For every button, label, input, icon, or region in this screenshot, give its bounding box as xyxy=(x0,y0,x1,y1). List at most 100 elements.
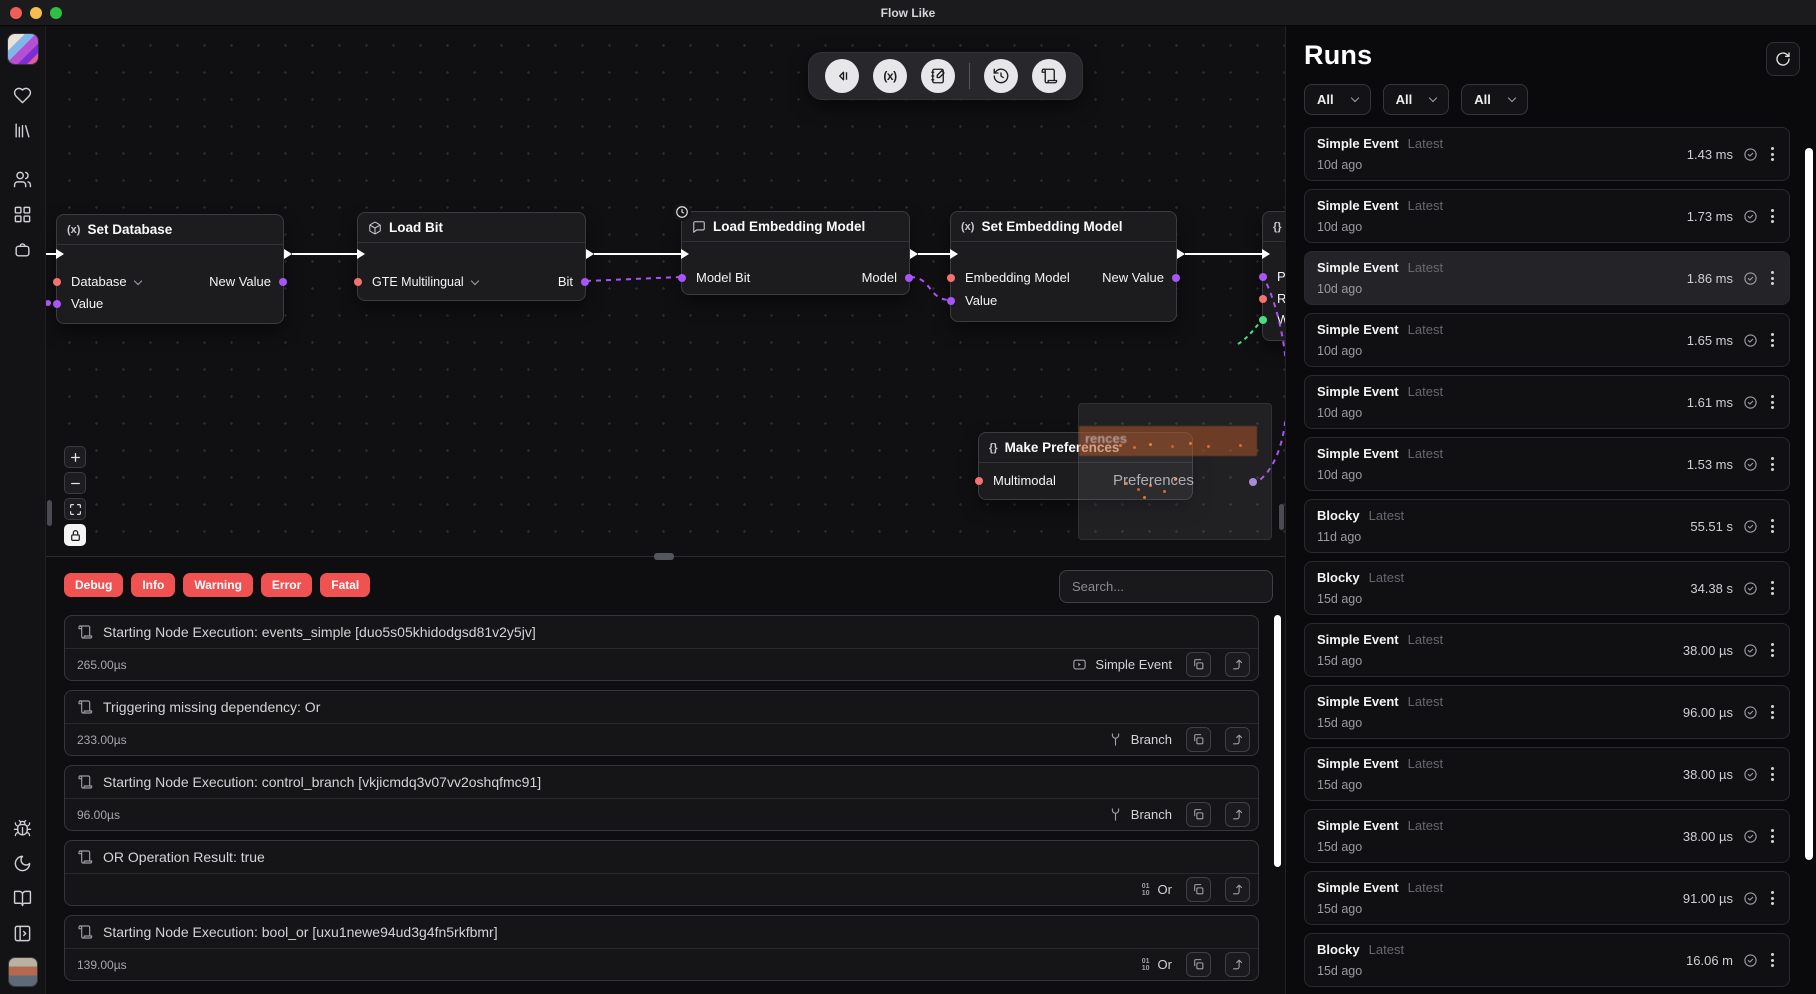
log-entry[interactable]: Starting Node Execution: events_simple [… xyxy=(64,615,1259,681)
input-pin[interactable] xyxy=(1259,316,1267,324)
panel-icon[interactable] xyxy=(13,923,33,943)
copy-button[interactable] xyxy=(1186,727,1211,752)
history-button[interactable] xyxy=(984,59,1018,93)
run-menu-button[interactable] xyxy=(1768,950,1777,970)
runs-filter-dropdown[interactable]: All xyxy=(1383,84,1450,115)
zoom-in-button[interactable] xyxy=(64,446,86,468)
log-entry[interactable]: Starting Node Execution: control_branch … xyxy=(64,765,1259,831)
logs-button[interactable] xyxy=(1032,59,1066,93)
run-menu-button[interactable] xyxy=(1768,640,1777,660)
input-pin[interactable] xyxy=(975,477,983,485)
copy-button[interactable] xyxy=(1186,952,1211,977)
output-pin[interactable] xyxy=(1172,274,1180,282)
node-header[interactable]: {} xyxy=(1263,212,1285,242)
input-pin[interactable] xyxy=(947,274,955,282)
open-run-button[interactable] xyxy=(1225,952,1250,977)
app-logo[interactable] xyxy=(8,34,38,64)
input-pin[interactable] xyxy=(1259,273,1267,281)
pin-label-database[interactable]: Database xyxy=(71,272,141,292)
run-card[interactable]: Simple EventLatest 10d ago 1.43 ms xyxy=(1304,127,1790,181)
run-card[interactable]: Simple EventLatest 15d ago 96.00 µs xyxy=(1304,685,1790,739)
refresh-button[interactable] xyxy=(1766,42,1800,76)
run-menu-button[interactable] xyxy=(1768,764,1777,784)
run-card[interactable]: Simple EventLatest 10d ago 1.61 ms xyxy=(1304,375,1790,429)
run-menu-button[interactable] xyxy=(1768,578,1777,598)
grid-icon[interactable] xyxy=(13,204,33,224)
run-card[interactable]: BlockyLatest 11d ago 55.51 s xyxy=(1304,499,1790,553)
book-icon[interactable] xyxy=(13,888,33,908)
node-set-embedding-model[interactable]: (x)Set Embedding Model Embedding Model N… xyxy=(950,211,1177,322)
minimize-button[interactable] xyxy=(30,7,42,19)
variables-button[interactable]: (x) xyxy=(873,59,907,93)
run-card[interactable]: BlockyLatest 15d ago 16.06 m xyxy=(1304,933,1790,987)
log-entry[interactable]: OR Operation Result: true 0110Or xyxy=(64,840,1259,906)
node-header[interactable]: Load Bit xyxy=(358,213,585,243)
notebook-button[interactable] xyxy=(921,59,955,93)
log-filter-chip[interactable]: Error xyxy=(261,573,312,597)
run-card[interactable]: Simple EventLatest 10d ago 1.86 ms xyxy=(1304,251,1790,305)
log-entry[interactable]: Triggering missing dependency: Or 233.00… xyxy=(64,690,1259,756)
output-pin[interactable] xyxy=(279,278,287,286)
runs-scrollbar[interactable] xyxy=(1805,148,1813,860)
run-button[interactable] xyxy=(825,59,859,93)
run-menu-button[interactable] xyxy=(1768,826,1777,846)
run-card[interactable]: Simple EventLatest 10d ago 1.65 ms xyxy=(1304,313,1790,367)
copy-button[interactable] xyxy=(1186,877,1211,902)
pin-label-gte[interactable]: GTE Multilingual xyxy=(372,272,478,292)
node-header[interactable]: Load Embedding Model xyxy=(682,212,909,242)
node-header[interactable]: (x)Set Embedding Model xyxy=(951,212,1176,242)
runs-filter-dropdown[interactable]: All xyxy=(1304,84,1371,115)
panel-drag-grip[interactable] xyxy=(654,553,674,560)
open-run-button[interactable] xyxy=(1225,877,1250,902)
node-load-embedding-model[interactable]: Load Embedding Model Model Bit Model xyxy=(681,211,910,295)
output-pin[interactable] xyxy=(905,274,913,282)
open-run-button[interactable] xyxy=(1225,652,1250,677)
bug-icon[interactable] xyxy=(13,818,33,838)
input-pin[interactable] xyxy=(53,278,61,286)
bag-icon[interactable] xyxy=(13,239,33,259)
node-load-bit[interactable]: Load Bit GTE Multilingual Bit xyxy=(357,212,586,301)
run-card[interactable]: Simple EventLatest 15d ago 38.00 µs xyxy=(1304,747,1790,801)
run-card[interactable]: Simple EventLatest 15d ago 91.00 µs xyxy=(1304,871,1790,925)
run-menu-button[interactable] xyxy=(1768,330,1777,350)
input-pin[interactable] xyxy=(947,297,955,305)
runs-filter-dropdown[interactable]: All xyxy=(1461,84,1528,115)
fit-view-button[interactable] xyxy=(64,498,86,520)
node-header[interactable]: (x)Set Database xyxy=(57,215,283,245)
panel-resize-handle-right[interactable] xyxy=(1279,504,1284,530)
run-card[interactable]: Simple EventLatest 10d ago 1.73 ms xyxy=(1304,189,1790,243)
heart-icon[interactable] xyxy=(13,85,33,105)
run-card[interactable]: Simple EventLatest 15d ago 38.00 µs xyxy=(1304,809,1790,863)
flow-canvas[interactable]: (x) xyxy=(46,26,1285,556)
library-icon[interactable] xyxy=(13,120,33,140)
copy-button[interactable] xyxy=(1186,802,1211,827)
log-scrollbar[interactable] xyxy=(1274,615,1281,867)
run-card[interactable]: Simple EventLatest 15d ago 38.00 µs xyxy=(1304,623,1790,677)
users-icon[interactable] xyxy=(13,169,33,189)
run-menu-button[interactable] xyxy=(1768,144,1777,164)
run-menu-button[interactable] xyxy=(1768,206,1777,226)
log-filter-chip[interactable]: Info xyxy=(131,573,175,597)
zoom-out-button[interactable] xyxy=(64,472,86,494)
input-pin[interactable] xyxy=(1259,295,1267,303)
output-pin[interactable] xyxy=(581,278,589,286)
run-menu-button[interactable] xyxy=(1768,454,1777,474)
open-run-button[interactable] xyxy=(1225,727,1250,752)
runs-list[interactable]: Simple EventLatest 10d ago 1.43 ms Simpl… xyxy=(1304,127,1798,994)
close-button[interactable] xyxy=(10,7,22,19)
run-menu-button[interactable] xyxy=(1768,702,1777,722)
log-filter-chip[interactable]: Fatal xyxy=(320,573,370,597)
node-partial-right[interactable]: {} Pr Re W xyxy=(1262,211,1285,341)
input-pin[interactable] xyxy=(53,300,61,308)
input-pin[interactable] xyxy=(354,278,362,286)
open-run-button[interactable] xyxy=(1225,802,1250,827)
maximize-button[interactable] xyxy=(50,7,62,19)
avatar[interactable] xyxy=(9,958,37,986)
input-pin[interactable] xyxy=(678,274,686,282)
run-menu-button[interactable] xyxy=(1768,268,1777,288)
copy-button[interactable] xyxy=(1186,652,1211,677)
run-card[interactable]: Simple EventLatest 10d ago 1.53 ms xyxy=(1304,437,1790,491)
node-set-database[interactable]: (x)Set Database Database Value New Value xyxy=(56,214,284,324)
run-menu-button[interactable] xyxy=(1768,888,1777,908)
panel-resize-handle-left[interactable] xyxy=(47,500,52,526)
